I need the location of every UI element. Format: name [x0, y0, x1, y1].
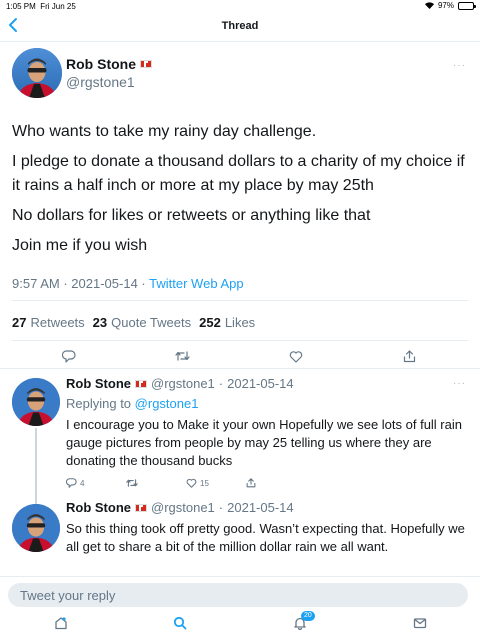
bottom-tab-bar: 20 [0, 611, 480, 640]
author-name[interactable]: Rob Stone [66, 56, 152, 72]
reply-handle[interactable]: @rgstone1 [151, 376, 215, 391]
wifi-icon [424, 2, 434, 9]
retweets-stat[interactable]: 27 Retweets [12, 315, 85, 330]
divider [0, 368, 480, 369]
likes-stat[interactable]: 252 Likes [199, 315, 255, 330]
retweet-icon[interactable] [175, 350, 190, 362]
tweet-paragraph: Who wants to take my rainy day challenge… [12, 123, 317, 140]
status-clock: 1:05 PM [6, 2, 36, 11]
quote-tweets-stat[interactable]: 23 Quote Tweets [93, 315, 191, 330]
meta-separator: · [218, 500, 224, 515]
reply-icon[interactable]: 4 [66, 478, 84, 488]
tweet-time[interactable]: 9:57 AM [12, 276, 60, 291]
top-navigation-bar: Thread [0, 12, 480, 42]
notifications-badge: 20 [301, 611, 315, 621]
quote-tweets-count: 23 [92, 315, 108, 330]
divider [12, 300, 468, 301]
share-icon[interactable] [246, 478, 256, 488]
canada-flag-icon [135, 379, 147, 388]
status-date: Fri Jun 25 [40, 2, 76, 11]
tweet-date[interactable]: 2021-05-14 [71, 276, 138, 291]
more-icon[interactable]: ··· [453, 378, 466, 389]
tweet-paragraph: No dollars for likes or retweets or anyt… [12, 207, 371, 224]
tweet-source[interactable]: Twitter Web App [149, 276, 243, 291]
canada-flag-icon [135, 503, 147, 512]
author-name-text: Rob Stone [66, 56, 136, 72]
tweet-paragraph: Join me if you wish [12, 237, 148, 254]
thread-connector-line [35, 496, 37, 504]
replying-label: Replying to [66, 396, 132, 411]
canada-flag-icon [140, 60, 152, 68]
home-icon[interactable] [54, 616, 68, 635]
reply-author-name[interactable]: Rob Stone [66, 500, 131, 515]
likes-count: 252 [199, 315, 221, 330]
reply-header: Rob Stone @rgstone1 · 2021-05-14 [66, 500, 294, 515]
retweets-count: 27 [12, 315, 27, 330]
reply-actions: 4 15 [0, 478, 480, 498]
likes-label: Likes [224, 315, 256, 330]
reply-text: I encourage you to Make it your own Hope… [66, 417, 462, 468]
reply-input[interactable]: Tweet your reply [8, 583, 468, 607]
meta-separator: · [63, 276, 68, 291]
status-right: 97% [424, 1, 476, 10]
reply-text: So this thing took off pretty good. Wasn… [66, 521, 465, 554]
like-icon[interactable]: 15 [186, 478, 209, 488]
replying-to: Replying to @rgstone1 [66, 396, 198, 411]
avatar[interactable] [12, 378, 60, 426]
battery-icon [458, 1, 476, 10]
reply-icon[interactable] [62, 350, 76, 363]
compose-bar: Tweet your reply [0, 576, 480, 612]
tweet-paragraph: I pledge to donate a thousand dollars to… [12, 153, 465, 194]
main-tweet-actions [0, 350, 480, 370]
notifications-icon[interactable]: 20 [293, 611, 315, 635]
more-icon[interactable]: ··· [453, 60, 466, 71]
quote-tweets-label: Quote Tweets [111, 315, 192, 330]
share-icon[interactable] [403, 350, 416, 363]
battery-percent: 97% [437, 1, 454, 10]
search-icon[interactable] [173, 616, 187, 635]
tweet-meta: 9:57 AM · 2021-05-14 · Twitter Web App [12, 276, 244, 291]
retweets-label: Retweets [30, 315, 85, 330]
meta-separator: · [218, 376, 224, 391]
page-title: Thread [221, 20, 259, 32]
reply-date[interactable]: 2021-05-14 [227, 376, 294, 391]
replying-mention[interactable]: @rgstone1 [135, 396, 199, 411]
tweet-stats: 27 Retweets 23 Quote Tweets 252 Likes [12, 315, 259, 330]
status-time: 1:05 PM Fri Jun 25 [6, 2, 76, 11]
messages-icon[interactable] [413, 616, 427, 635]
like-count: 15 [200, 478, 209, 488]
like-icon[interactable] [289, 350, 303, 363]
divider [12, 340, 468, 341]
reply-count: 4 [80, 478, 85, 488]
avatar-photo [12, 48, 62, 98]
reply-header: Rob Stone @rgstone1 · 2021-05-14 [66, 376, 294, 391]
status-bar: 1:05 PM Fri Jun 25 97% [0, 0, 480, 12]
reply-author-name[interactable]: Rob Stone [66, 376, 131, 391]
reply-handle[interactable]: @rgstone1 [151, 500, 215, 515]
author-handle[interactable]: @rgstone1 [66, 74, 135, 90]
reply-date[interactable]: 2021-05-14 [227, 500, 294, 515]
retweet-icon[interactable] [126, 478, 138, 488]
avatar[interactable] [12, 504, 60, 552]
avatar[interactable] [12, 48, 62, 98]
avatar-photo [12, 378, 60, 426]
meta-separator: · [141, 276, 146, 291]
avatar-photo [12, 504, 60, 552]
